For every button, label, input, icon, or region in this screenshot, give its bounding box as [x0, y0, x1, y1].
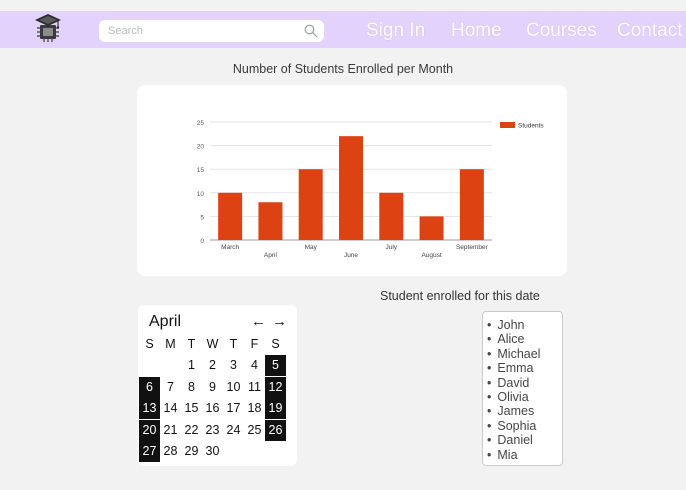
- x-tick-label: August: [421, 252, 441, 259]
- student-list-item: John: [487, 318, 540, 332]
- calendar-day[interactable]: 23: [202, 420, 223, 441]
- nav-sign-in-link[interactable]: Sign In: [366, 20, 425, 42]
- calendar-day[interactable]: 14: [160, 398, 181, 419]
- bar-july[interactable]: [379, 192, 404, 240]
- x-tick-label: June: [344, 252, 358, 259]
- chart-card: 0 5 10 15 20 25 March April May June July August Sep…: [137, 85, 567, 276]
- bar-may[interactable]: [298, 169, 323, 240]
- calendar-day[interactable]: 25: [244, 420, 265, 441]
- x-tick-label: July: [386, 244, 398, 251]
- students-list: JohnAliceMichaelEmmaDavidOliviaJamesSoph…: [487, 318, 540, 462]
- arrow-left-icon[interactable]: ←: [251, 313, 266, 331]
- legend-swatch: [500, 122, 515, 128]
- student-list-item: James: [487, 404, 540, 418]
- student-list-item: Sophia: [487, 419, 540, 433]
- students-list-box: JohnAliceMichaelEmmaDavidOliviaJamesSoph…: [482, 311, 563, 466]
- calendar-day[interactable]: 17: [223, 398, 244, 419]
- calendar-day[interactable]: 9: [202, 377, 223, 398]
- student-list-item: Mia: [487, 448, 540, 462]
- calendar-day[interactable]: 27: [139, 441, 160, 462]
- weekday-header: S: [145, 337, 154, 351]
- bar-august[interactable]: [419, 216, 444, 240]
- calendar-day[interactable]: 10: [223, 377, 244, 398]
- nav-home-link[interactable]: Home: [451, 20, 502, 42]
- nav-courses-link[interactable]: Courses: [526, 20, 597, 42]
- chart-title: Number of Students Enrolled per Month: [232, 62, 454, 76]
- calendar-day[interactable]: 6: [139, 376, 160, 398]
- student-list-item: Olivia: [487, 390, 540, 404]
- calendar: April ← → S M T W T F S 1 2 3 4 5 6 7 8 9 10 11 12 13 14 15 16…: [138, 305, 297, 466]
- weekday-header: M: [165, 337, 176, 351]
- x-tick-label: September: [456, 244, 489, 251]
- calendar-day[interactable]: 29: [181, 441, 202, 462]
- calendar-month-label: April: [149, 313, 182, 330]
- calendar-day[interactable]: 16: [202, 398, 223, 419]
- y-tick-label: 10: [197, 191, 205, 198]
- calendar-day[interactable]: 15: [181, 398, 202, 419]
- y-tick-label: 20: [197, 144, 205, 151]
- y-tick-label: 5: [200, 214, 204, 221]
- calendar-day[interactable]: 3: [223, 355, 244, 376]
- bar-march[interactable]: [218, 192, 243, 240]
- calendar-day[interactable]: 11: [244, 377, 265, 398]
- bar-chart: 0 5 10 15 20 25 March April May June July August Sep…: [197, 120, 545, 259]
- student-list-item: Daniel: [487, 433, 540, 447]
- calendar-day[interactable]: 13: [139, 398, 160, 419]
- search-input[interactable]: [108, 23, 288, 39]
- x-tick-label: May: [305, 244, 318, 251]
- x-tick-label: March: [221, 244, 239, 251]
- calendar-day[interactable]: 30: [202, 441, 223, 462]
- calendar-day[interactable]: 28: [160, 441, 181, 462]
- student-list-item: Michael: [487, 347, 540, 361]
- weekday-header: F: [250, 337, 259, 351]
- calendar-day[interactable]: 24: [223, 420, 244, 441]
- student-list-item: Emma: [487, 361, 540, 375]
- calendar-day[interactable]: 7: [160, 377, 181, 398]
- weekday-header: T: [229, 337, 238, 351]
- weekday-header: W: [206, 337, 219, 351]
- bar-june[interactable]: [339, 136, 363, 240]
- calendar-day[interactable]: 2: [202, 355, 223, 376]
- x-tick-label: April: [264, 252, 278, 259]
- bar-september[interactable]: [459, 169, 484, 240]
- calendar-day[interactable]: 12: [265, 376, 286, 398]
- search-bar: [99, 20, 324, 42]
- arrow-right-icon[interactable]: →: [272, 313, 287, 331]
- nav-contact-link[interactable]: Contact: [617, 20, 682, 42]
- calendar-day[interactable]: 4: [244, 355, 265, 376]
- navbar: Sign In Home Courses Contact: [0, 11, 686, 48]
- calendar-day[interactable]: 1: [181, 355, 202, 376]
- enrolled-list-title: Student enrolled for this date: [380, 289, 540, 303]
- legend-label: Students: [518, 123, 544, 130]
- calendar-day[interactable]: 26: [265, 419, 286, 441]
- y-tick-label: 0: [200, 238, 204, 245]
- graduation-cap-chip-icon[interactable]: [34, 12, 62, 44]
- y-tick-label: 15: [197, 167, 205, 174]
- calendar-day[interactable]: 5: [265, 355, 286, 376]
- search-icon[interactable]: [304, 24, 318, 38]
- calendar-day[interactable]: 19: [265, 398, 286, 419]
- weekday-header: S: [271, 337, 280, 351]
- calendar-day[interactable]: 22: [181, 420, 202, 441]
- student-list-item: David: [487, 376, 540, 390]
- student-list-item: Alice: [487, 332, 540, 346]
- weekday-header: T: [187, 337, 196, 351]
- calendar-day[interactable]: 21: [160, 420, 181, 441]
- calendar-day[interactable]: 8: [181, 377, 202, 398]
- bar-april[interactable]: [258, 202, 283, 240]
- calendar-day[interactable]: 18: [244, 398, 265, 419]
- calendar-day[interactable]: 20: [139, 419, 160, 441]
- y-tick-label: 25: [197, 120, 205, 127]
